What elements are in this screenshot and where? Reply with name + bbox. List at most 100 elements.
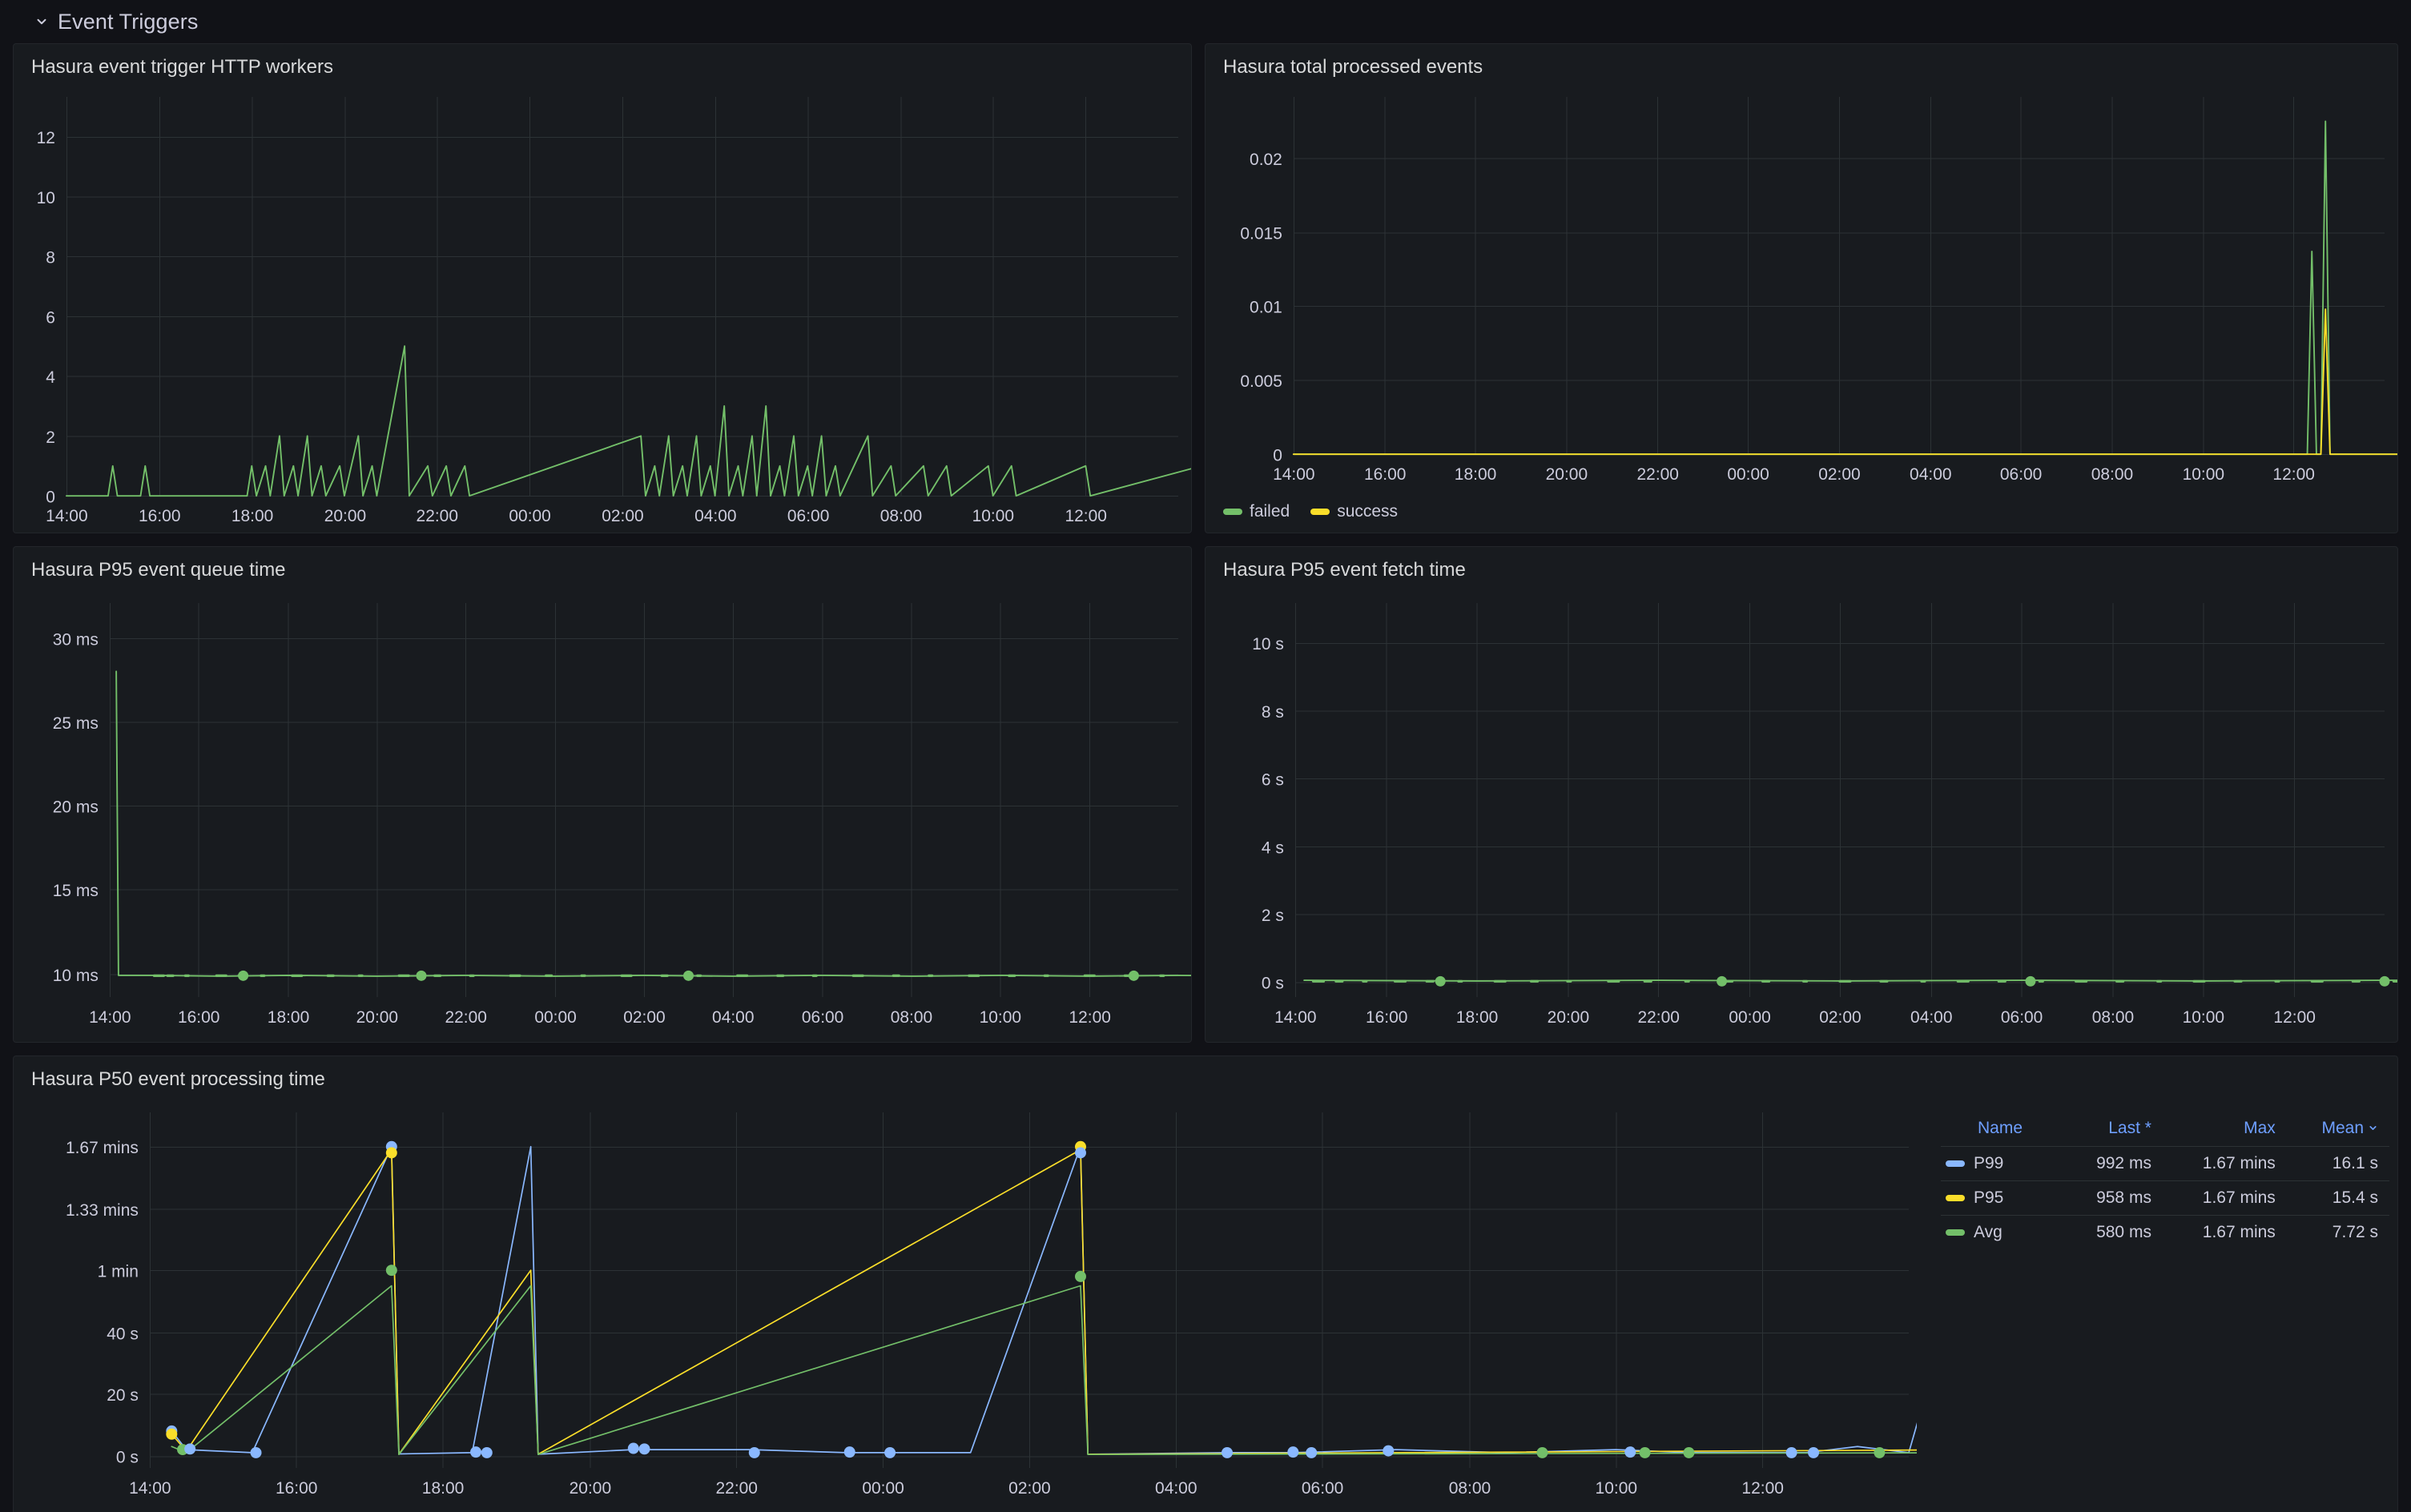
- x-axis-tick-label: 02:00: [602, 507, 643, 525]
- data-point: [1222, 1447, 1233, 1458]
- panel-p95-fetch-time[interactable]: Hasura P95 event fetch time 0 s2 s4 s6 s…: [1205, 546, 2398, 1043]
- chart-p95-fetch-time: 0 s2 s4 s6 s8 s10 s 14:0016:0018:0020:00…: [1206, 590, 2397, 1042]
- x-axis-tick-label: 16:00: [139, 507, 180, 525]
- y-axis-tick-label: 6 s: [1262, 771, 1284, 790]
- data-point: [1717, 976, 1727, 987]
- panel-row-2: Hasura P95 event queue time 10 ms15 ms20…: [13, 546, 2398, 1043]
- plot-svg: 10 ms15 ms20 ms25 ms30 ms 14:0016:0018:0…: [14, 590, 1191, 1042]
- y-axis-tick-label: 6: [46, 308, 55, 327]
- panel-title: Hasura P50 event processing time: [14, 1056, 2397, 1090]
- x-axis-tick-label: 20:00: [356, 1008, 398, 1027]
- panel-title: Hasura total processed events: [1206, 44, 2397, 78]
- legend-col-mean[interactable]: Mean: [2287, 1116, 2389, 1147]
- data-point: [2025, 976, 2035, 987]
- panel-p50-processing-time[interactable]: Hasura P50 event processing time 0 s20 s…: [13, 1056, 2398, 1512]
- chart-p95-queue-time: 10 ms15 ms20 ms25 ms30 ms 14:0016:0018:0…: [14, 590, 1191, 1042]
- chart-total-processed-events: 00.0050.010.0150.02 14:0016:0018:0020:00…: [1206, 87, 2397, 486]
- series-line-Avg: [171, 1265, 1917, 1455]
- x-axis-tick-label: 22:00: [1638, 1008, 1680, 1027]
- y-axis-tick-label: 0.01: [1250, 298, 1282, 316]
- y-axis-tick-label: 20 ms: [53, 798, 99, 817]
- x-axis-tick-label: 16:00: [276, 1479, 317, 1498]
- y-axis-tick-label: 4 s: [1262, 838, 1284, 857]
- x-axis-tick-label: 12:00: [2273, 1008, 2315, 1027]
- x-axis-tick-label: 08:00: [891, 1008, 932, 1027]
- x-axis-tick-label: 00:00: [1727, 465, 1769, 484]
- legend-item-failed[interactable]: failed: [1223, 502, 1290, 521]
- data-point: [251, 1447, 262, 1458]
- panel-title: Hasura P95 event queue time: [14, 547, 1191, 581]
- data-point: [1624, 1446, 1636, 1458]
- legend-series-name: Avg: [1974, 1223, 2002, 1242]
- legend-table-row[interactable]: P95958 ms1.67 mins15.4 s: [1941, 1181, 2389, 1216]
- x-axis-tick-label: 22:00: [417, 507, 458, 525]
- legend-table-p50[interactable]: Name Last * Max Mean P99992 ms1.67 mins1…: [1941, 1116, 2389, 1249]
- x-axis-tick-label: 18:00: [268, 1008, 309, 1027]
- y-axis-tick-label: 30 ms: [53, 630, 99, 649]
- x-axis-tick-label: 22:00: [445, 1008, 487, 1027]
- row-header-event-triggers[interactable]: Event Triggers: [13, 0, 2398, 43]
- legend-col-name[interactable]: Name: [1941, 1116, 2062, 1147]
- x-axis-tick-label: 02:00: [623, 1008, 665, 1027]
- x-axis-tick-label: 18:00: [231, 507, 273, 525]
- y-axis-tick-label: 1 min: [98, 1263, 139, 1281]
- x-axis-tick-label: 18:00: [1456, 1008, 1498, 1027]
- x-axis-tick-label: 20:00: [1546, 465, 1588, 484]
- data-point: [481, 1447, 493, 1458]
- data-point: [749, 1447, 760, 1458]
- data-point: [1075, 1148, 1086, 1159]
- legend-total-processed-events: failed success: [1223, 502, 1398, 521]
- chevron-down-icon[interactable]: [34, 14, 50, 30]
- legend-col-last[interactable]: Last *: [2062, 1116, 2163, 1147]
- data-point: [416, 971, 426, 981]
- panel-p95-queue-time[interactable]: Hasura P95 event queue time 10 ms15 ms20…: [13, 546, 1192, 1043]
- legend-row-name-cell[interactable]: P99: [1941, 1147, 2062, 1181]
- x-axis-tick-label: 02:00: [1818, 465, 1860, 484]
- data-point: [1683, 1447, 1694, 1458]
- legend-table-body: P99992 ms1.67 mins16.1 sP95958 ms1.67 mi…: [1941, 1147, 2389, 1250]
- legend-series-name: P95: [1974, 1188, 2003, 1208]
- data-point: [1075, 1271, 1086, 1282]
- panel-http-workers[interactable]: Hasura event trigger HTTP workers 024681…: [13, 43, 1192, 533]
- data-point: [844, 1446, 855, 1458]
- plot-svg: 0 s20 s40 s1 min1.33 mins1.67 mins 14:00…: [14, 1100, 1917, 1512]
- y-axis-tick-label: 15 ms: [53, 882, 99, 900]
- x-axis-tick-label: 20:00: [324, 507, 366, 525]
- legend-color-swatch: [1946, 1195, 1965, 1201]
- x-axis-tick-label: 12:00: [1065, 507, 1106, 525]
- x-axis-tick-label: 00:00: [509, 507, 550, 525]
- y-axis-tick-label: 8: [46, 249, 55, 267]
- legend-row-name-cell[interactable]: P95: [1941, 1181, 2062, 1216]
- legend-table-row[interactable]: Avg580 ms1.67 mins7.72 s: [1941, 1216, 2389, 1250]
- x-axis-tick-label: 10:00: [1596, 1479, 1637, 1498]
- legend-row-max: 1.67 mins: [2163, 1181, 2287, 1216]
- legend-row-max: 1.67 mins: [2163, 1216, 2287, 1250]
- legend-item-success[interactable]: success: [1310, 502, 1398, 521]
- data-point: [1874, 1447, 1885, 1458]
- data-point: [1536, 1447, 1548, 1458]
- data-point: [639, 1443, 650, 1454]
- data-point: [1435, 976, 1446, 987]
- x-axis-tick-label: 04:00: [1910, 465, 1951, 484]
- legend-label: success: [1337, 502, 1398, 521]
- series-line-p95: [1304, 643, 2397, 981]
- y-axis-tick-label: 8 s: [1262, 703, 1284, 722]
- y-axis-tick-label: 2 s: [1262, 907, 1284, 925]
- y-axis-tick-label: 10: [37, 189, 55, 207]
- legend-col-max[interactable]: Max: [2163, 1116, 2287, 1147]
- legend-row-name-cell[interactable]: Avg: [1941, 1216, 2062, 1250]
- x-axis-tick-label: 20:00: [570, 1479, 611, 1498]
- x-axis-tick-label: 08:00: [2091, 465, 2133, 484]
- x-axis-tick-label: 04:00: [1910, 1008, 1952, 1027]
- x-axis-tick-label: 10:00: [2183, 1008, 2224, 1027]
- y-axis-tick-label: 0 s: [1262, 975, 1284, 993]
- chart-p50-processing-time: 0 s20 s40 s1 min1.33 mins1.67 mins 14:00…: [14, 1100, 1917, 1512]
- legend-color-swatch: [1310, 509, 1330, 515]
- data-point: [386, 1148, 397, 1159]
- x-axis-tick-label: 12:00: [1741, 1479, 1783, 1498]
- x-axis-tick-label: 10:00: [2183, 465, 2224, 484]
- panel-total-processed-events[interactable]: Hasura total processed events 00.0050.01…: [1205, 43, 2398, 533]
- data-point: [2380, 976, 2390, 987]
- legend-table-row[interactable]: P99992 ms1.67 mins16.1 s: [1941, 1147, 2389, 1181]
- x-axis-tick-label: 00:00: [534, 1008, 576, 1027]
